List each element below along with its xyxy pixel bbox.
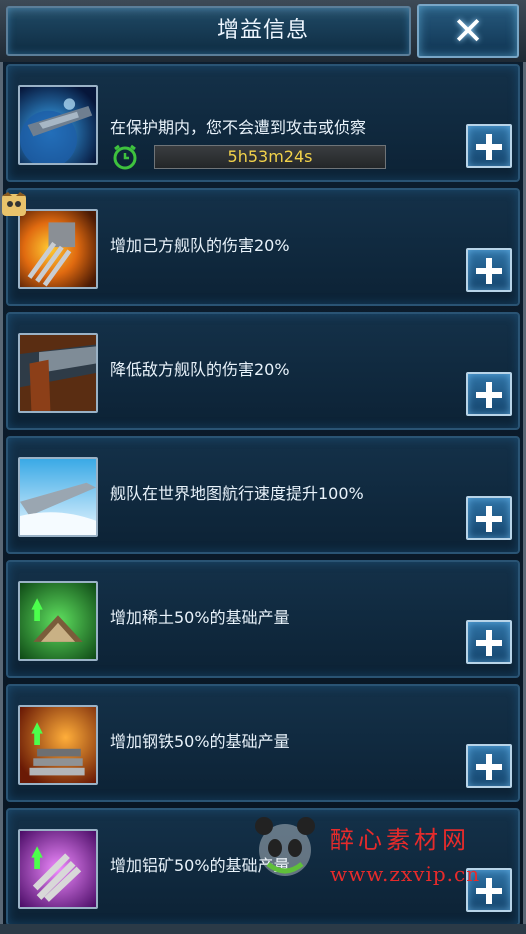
- buff-description: 增加铝矿50%的基础产量: [110, 856, 290, 875]
- buff-card-damage-up: 增加己方舰队的伤害20%: [6, 188, 520, 306]
- close-button[interactable]: ✕: [417, 4, 519, 58]
- rare-earth-production-icon: [18, 581, 98, 661]
- buff-list[interactable]: 在保护期内，您不会遭到攻击或侦察 5h53m24s 增加己方舰队的伤害20% 降…: [6, 64, 520, 934]
- timer-value: 5h53m24s: [154, 145, 386, 169]
- buff-description: 降低敌方舰队的伤害20%: [110, 360, 290, 379]
- bottom-frame: [0, 924, 526, 934]
- buff-card-steel: 增加钢铁50%的基础产量: [6, 684, 520, 802]
- aluminum-production-icon: [18, 829, 98, 909]
- shield-protection-icon: [18, 85, 98, 165]
- header-bar: 增益信息 ✕: [0, 0, 526, 62]
- close-icon: ✕: [452, 9, 484, 53]
- add-buff-button[interactable]: [466, 496, 512, 540]
- buff-description: 增加稀土50%的基础产量: [110, 608, 290, 627]
- add-buff-button[interactable]: [466, 248, 512, 292]
- buff-card-protection: 在保护期内，您不会遭到攻击或侦察 5h53m24s: [6, 64, 520, 182]
- add-buff-button[interactable]: [466, 744, 512, 788]
- protection-timer: 5h53m24s: [112, 142, 392, 172]
- clock-icon: [113, 144, 137, 170]
- buff-description: 增加己方舰队的伤害20%: [110, 236, 290, 255]
- add-buff-button[interactable]: [466, 868, 512, 912]
- ship-speed-icon: [18, 457, 98, 537]
- add-buff-button[interactable]: [466, 372, 512, 416]
- buff-card-damage-reduction: 降低敌方舰队的伤害20%: [6, 312, 520, 430]
- add-buff-button[interactable]: [466, 620, 512, 664]
- armor-defense-icon: [18, 333, 98, 413]
- buff-description: 增加钢铁50%的基础产量: [110, 732, 290, 751]
- buff-card-rare-earth: 增加稀土50%的基础产量: [6, 560, 520, 678]
- avatar-badge-icon: [2, 192, 26, 216]
- buff-description: 在保护期内，您不会遭到攻击或侦察: [110, 118, 367, 137]
- steel-production-icon: [18, 705, 98, 785]
- buff-description: 舰队在世界地图航行速度提升100%: [110, 484, 364, 503]
- buff-card-speed: 舰队在世界地图航行速度提升100%: [6, 436, 520, 554]
- add-buff-button[interactable]: [466, 124, 512, 168]
- buff-card-aluminum: 增加铝矿50%的基础产量: [6, 808, 520, 926]
- cannon-damage-icon: [18, 209, 98, 289]
